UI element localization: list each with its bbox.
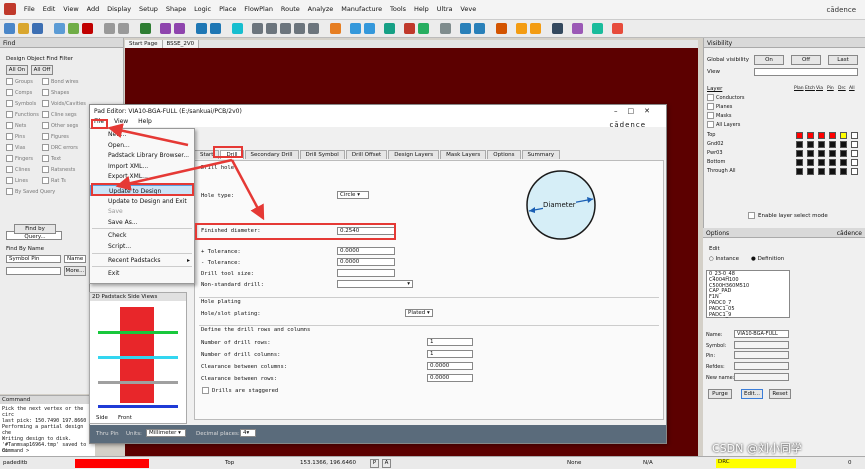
watermark: CSDN @刘小同学 <box>712 442 802 455</box>
annotation-arrows <box>107 123 265 221</box>
